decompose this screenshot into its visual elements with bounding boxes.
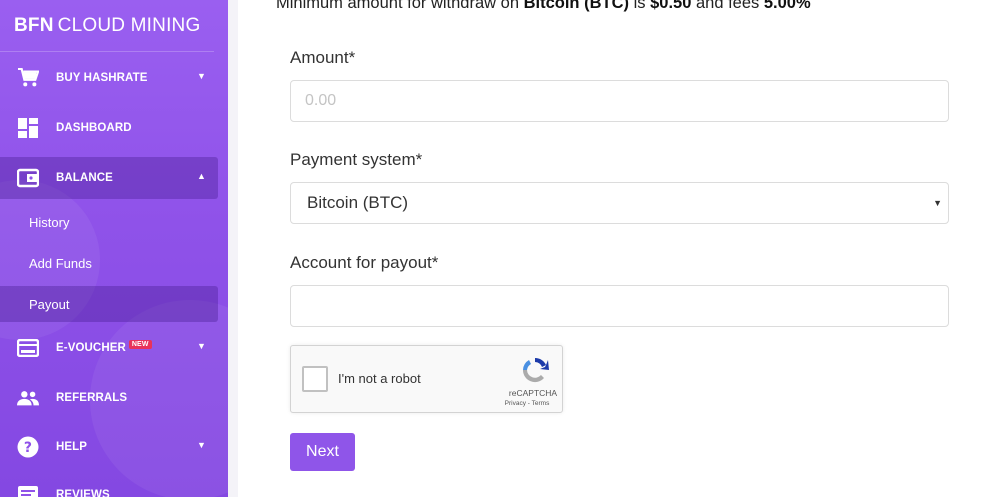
nav-label: DASHBOARD [56,122,132,134]
reviews-icon [17,484,39,497]
recaptcha-brand: reCAPTCHA [508,388,558,398]
notice-amount: $0.50 [650,0,692,12]
nav-label: REVIEWS [56,489,110,497]
notice-fee: 5.00% [763,0,811,12]
chevron-down-icon: ▼ [196,440,206,450]
voucher-icon [17,337,39,359]
nav-dashboard[interactable]: DASHBOARD [0,108,218,148]
account-label: Account for payout* [290,253,439,272]
amount-label: Amount* [290,48,356,67]
sub-item-add-funds[interactable]: Add Funds [0,245,218,281]
brand-bold: BFN [14,14,54,36]
nav-label: BUY HASHRATE [56,72,148,84]
recaptcha-checkbox[interactable] [302,366,328,392]
nav-label: E-VOUCHER [56,342,126,354]
chevron-down-icon: ▼ [196,71,206,81]
chevron-down-icon: ▼ [196,341,206,351]
brand-name: CLOUD MINING [57,14,201,36]
sub-item-payout[interactable]: Payout [0,286,218,322]
payment-system-select[interactable]: Bitcoin (BTC) ▼ [290,182,949,224]
sub-item-label: Payout [29,296,70,312]
sub-item-history[interactable]: History [0,204,218,240]
sidebar: BFN CLOUD MINING BUY HASHRATE ▼ DASHBOAR… [0,0,228,497]
wallet-icon [17,167,39,189]
account-input[interactable] [290,285,949,327]
nav-balance[interactable]: BALANCE ▲ [0,157,218,199]
recaptcha-label: I'm not a robot [338,371,421,386]
brand-logo[interactable]: BFN CLOUD MINING [0,0,214,52]
nav-referrals[interactable]: REFERRALS [0,378,218,418]
notice-text: and fees [691,0,764,12]
recaptcha-logo-icon [522,357,549,383]
recaptcha-links[interactable]: Privacy - Terms [496,400,558,407]
nav-label: BALANCE [56,172,113,184]
dropdown-arrow-icon: ▼ [933,198,942,208]
payment-system-value: Bitcoin (BTC) [307,193,409,212]
sub-item-label: History [29,214,70,230]
nav-label: REFERRALS [56,392,128,404]
nav-help[interactable]: ? HELP ▼ [0,427,218,467]
dashboard-icon [17,117,39,139]
new-badge: NEW [128,339,152,349]
notice-text: Minimum amount for withdraw on [276,0,524,12]
amount-placeholder: 0.00 [305,92,337,109]
nav-label: HELP [56,441,88,453]
people-icon [17,387,39,409]
recaptcha-widget: I'm not a robot reCAPTCHA Privacy - Term… [290,345,563,413]
main-content: Minimum amount for withdraw on Bitcoin (… [228,0,999,497]
nav-e-voucher[interactable]: E-VOUCHER NEW ▼ [0,328,218,368]
notice-currency: Bitcoin (BTC) [523,0,629,12]
nav-buy-hashrate[interactable]: BUY HASHRATE ▼ [0,58,218,98]
svg-text:?: ? [24,440,32,456]
chevron-up-icon: ▲ [196,171,206,181]
amount-input[interactable]: 0.00 [290,80,949,122]
notice-text: is [629,0,651,12]
next-button[interactable]: Next [290,433,355,471]
payment-system-label: Payment system* [290,150,423,169]
cart-icon [17,67,39,89]
sub-item-label: Add Funds [29,255,92,271]
nav-reviews[interactable]: REVIEWS [0,475,218,497]
withdraw-notice: Minimum amount for withdraw on Bitcoin (… [276,0,811,13]
help-icon: ? [17,436,39,458]
